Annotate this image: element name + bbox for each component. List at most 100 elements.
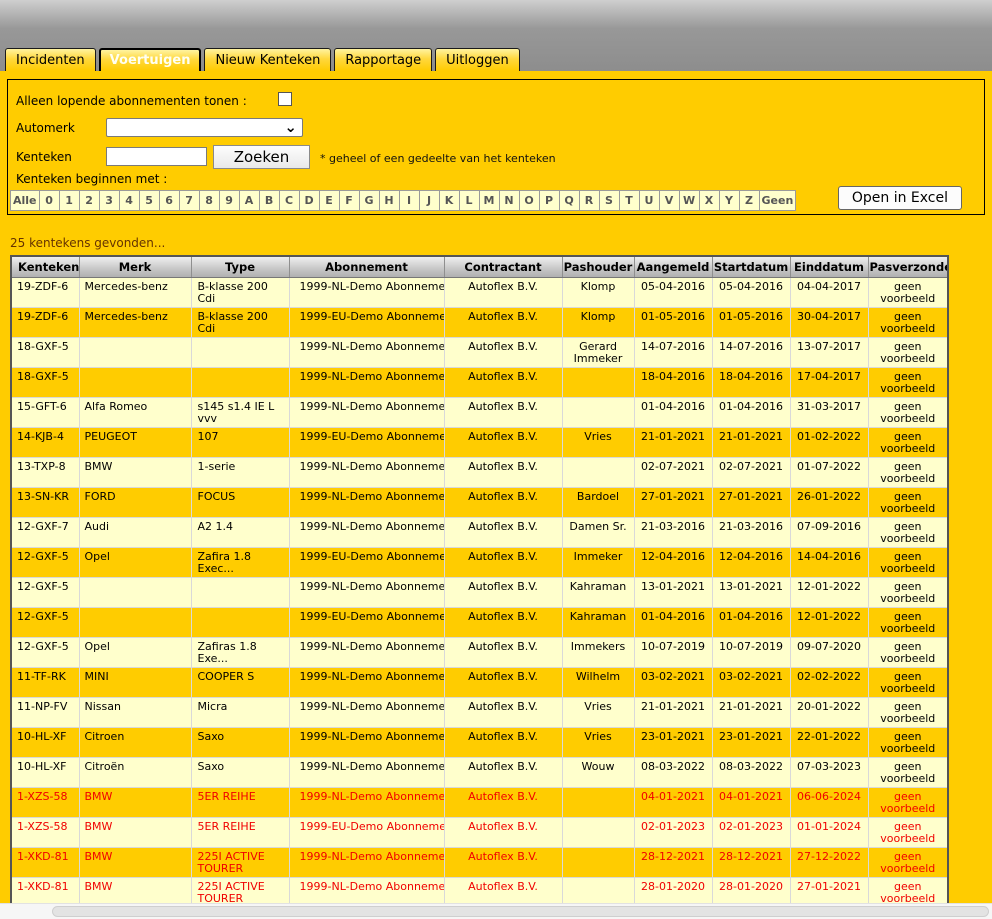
alpha-filter-geen[interactable]: Geen: [759, 190, 797, 211]
vehicle-row[interactable]: 14-KJB-4PEUGEOT1071999-EU-Demo Abonnemen…: [11, 428, 948, 458]
vehicle-row[interactable]: 11-TF-RKMINICOOPER S1999-NL-Demo Abonnem…: [11, 668, 948, 698]
vehicle-row[interactable]: 11-NP-FVNissanMicra1999-NL-Demo Abonneme…: [11, 698, 948, 728]
vehicle-row[interactable]: 19-ZDF-6Mercedes-benzB-klasse 200 Cdi199…: [11, 278, 948, 308]
vehicle-row[interactable]: 18-GXF-51999-NL-Demo AbonnementAutoflex …: [11, 368, 948, 398]
alpha-filter-k[interactable]: K: [439, 190, 460, 211]
column-header-abonnement[interactable]: Abonnement: [289, 256, 444, 278]
alpha-filter-j[interactable]: J: [419, 190, 440, 211]
alpha-filter-e[interactable]: E: [319, 190, 340, 211]
vehicle-row[interactable]: 12-GXF-51999-EU-Demo AbonnementAutoflex …: [11, 608, 948, 638]
vehicle-cell: geen voorbeeld: [868, 398, 948, 428]
vehicle-row[interactable]: 1-XZS-58BMW5ER REIHE1999-EU-Demo Abonnem…: [11, 818, 948, 848]
vehicle-cell: 225I ACTIVE TOURER: [191, 848, 289, 878]
alpha-filter-a[interactable]: A: [239, 190, 260, 211]
vehicle-row[interactable]: 13-TXP-8BMW1-serie1999-NL-Demo Abonnemen…: [11, 458, 948, 488]
vehicle-row[interactable]: 19-ZDF-6Mercedes-benzB-klasse 200 Cdi199…: [11, 308, 948, 338]
alpha-filter-b[interactable]: B: [259, 190, 280, 211]
vehicle-row[interactable]: 1-XKD-81BMW225I ACTIVE TOURER1999-NL-Dem…: [11, 848, 948, 878]
automerk-select[interactable]: ⌄: [106, 118, 303, 137]
vehicle-cell: [562, 368, 634, 398]
vehicle-row[interactable]: 12-GXF-7AudiA2 1.41999-NL-Demo Abonnemen…: [11, 518, 948, 548]
alpha-filter-v[interactable]: V: [659, 190, 680, 211]
column-header-pasverzonden[interactable]: Pasverzonden: [868, 256, 948, 278]
alpha-filter-s[interactable]: S: [599, 190, 620, 211]
alpha-filter-2[interactable]: 2: [79, 190, 100, 211]
vehicle-cell: 15-GFT-6: [11, 398, 79, 428]
column-header-type[interactable]: Type: [191, 256, 289, 278]
alpha-filter-n[interactable]: N: [499, 190, 520, 211]
tab-voertuigen[interactable]: Voertuigen: [99, 48, 202, 71]
vehicle-cell: 1999-NL-Demo Abonnement: [289, 278, 444, 308]
vehicle-cell: 01-04-2016: [712, 608, 790, 638]
vehicle-row[interactable]: 10-HL-XFCitroenSaxo1999-NL-Demo Abonneme…: [11, 728, 948, 758]
vehicle-row[interactable]: 12-GXF-5OpelZafiras 1.8 Exe...1999-NL-De…: [11, 638, 948, 668]
alpha-filter-i[interactable]: I: [399, 190, 420, 211]
alpha-filter-g[interactable]: G: [359, 190, 380, 211]
vehicle-cell: Gerard Immeker: [562, 338, 634, 368]
alpha-filter-q[interactable]: Q: [559, 190, 580, 211]
vehicle-row[interactable]: 1-XZS-58BMW5ER REIHE1999-NL-Demo Abonnem…: [11, 788, 948, 818]
vehicle-cell: 11-NP-FV: [11, 698, 79, 728]
alpha-filter-4[interactable]: 4: [119, 190, 140, 211]
alpha-filter-9[interactable]: 9: [219, 190, 240, 211]
vehicle-row[interactable]: 12-GXF-51999-NL-Demo AbonnementAutoflex …: [11, 578, 948, 608]
alpha-filter-6[interactable]: 6: [159, 190, 180, 211]
vehicle-cell: BMW: [79, 458, 191, 488]
alpha-filter-d[interactable]: D: [299, 190, 320, 211]
vehicle-cell: 31-03-2017: [790, 398, 868, 428]
column-header-pashouder[interactable]: Pashouder: [562, 256, 634, 278]
column-header-merk[interactable]: Merk: [79, 256, 191, 278]
column-header-aangemeld[interactable]: Aangemeld: [634, 256, 712, 278]
vehicle-cell: Autoflex B.V.: [444, 368, 562, 398]
alpha-filter-l[interactable]: L: [459, 190, 480, 211]
vehicle-row[interactable]: 15-GFT-6Alfa Romeos145 s1.4 IE L vvv1999…: [11, 398, 948, 428]
tab-incidenten[interactable]: Incidenten: [5, 48, 96, 71]
alpha-filter-7[interactable]: 7: [179, 190, 200, 211]
alpha-filter-0[interactable]: 0: [39, 190, 60, 211]
vehicle-cell: geen voorbeeld: [868, 608, 948, 638]
column-header-einddatum[interactable]: Einddatum: [790, 256, 868, 278]
scrollbar-thumb[interactable]: [52, 906, 989, 917]
alpha-filter-u[interactable]: U: [639, 190, 660, 211]
alpha-filter-o[interactable]: O: [519, 190, 540, 211]
vehicle-row[interactable]: 12-GXF-5OpelZafira 1.8 Exec...1999-EU-De…: [11, 548, 948, 578]
vehicle-row[interactable]: 13-SN-KRFORDFOCUS1999-NL-Demo Abonnement…: [11, 488, 948, 518]
alpha-filter-1[interactable]: 1: [59, 190, 80, 211]
alpha-filter-m[interactable]: M: [479, 190, 500, 211]
alpha-filter-p[interactable]: P: [539, 190, 560, 211]
zoeken-button[interactable]: Zoeken: [213, 145, 310, 169]
kenteken-beginnen-label: Kenteken beginnen met :: [16, 172, 167, 186]
alpha-filter-w[interactable]: W: [679, 190, 700, 211]
vehicle-cell: Autoflex B.V.: [444, 428, 562, 458]
vehicle-cell: Autoflex B.V.: [444, 728, 562, 758]
column-header-kenteken[interactable]: Kenteken△: [11, 256, 79, 278]
vehicle-cell: 12-GXF-5: [11, 578, 79, 608]
open-in-excel-button[interactable]: Open in Excel: [838, 186, 962, 210]
vehicle-row[interactable]: 10-HL-XFCitroënSaxo1999-NL-Demo Abonneme…: [11, 758, 948, 788]
vehicle-cell: 1999-NL-Demo Abonnement: [289, 848, 444, 878]
vehicle-cell: 1999-EU-Demo Abonnement: [289, 818, 444, 848]
tab-nieuw-kenteken[interactable]: Nieuw Kenteken: [204, 48, 331, 71]
alpha-filter-y[interactable]: Y: [719, 190, 740, 211]
alpha-filter-h[interactable]: H: [379, 190, 400, 211]
tab-uitloggen[interactable]: Uitloggen: [435, 48, 520, 71]
alpha-filter-c[interactable]: C: [279, 190, 300, 211]
running-subscriptions-checkbox[interactable]: [278, 92, 292, 106]
alpha-filter-5[interactable]: 5: [139, 190, 160, 211]
column-header-startdatum[interactable]: Startdatum: [712, 256, 790, 278]
alpha-filter-3[interactable]: 3: [99, 190, 120, 211]
alpha-filter-f[interactable]: F: [339, 190, 360, 211]
vehicle-cell: 1999-EU-Demo Abonnement: [289, 428, 444, 458]
vehicle-row[interactable]: 18-GXF-51999-NL-Demo AbonnementAutoflex …: [11, 338, 948, 368]
alpha-filter-8[interactable]: 8: [199, 190, 220, 211]
alpha-filter-x[interactable]: X: [699, 190, 720, 211]
kenteken-input[interactable]: [106, 147, 207, 166]
column-header-contractant[interactable]: Contractant: [444, 256, 562, 278]
tab-rapportage[interactable]: Rapportage: [334, 48, 432, 71]
alpha-filter-r[interactable]: R: [579, 190, 600, 211]
vehicle-cell: [79, 338, 191, 368]
alpha-filter-t[interactable]: T: [619, 190, 640, 211]
alpha-filter-z[interactable]: Z: [739, 190, 760, 211]
alpha-filter-alle[interactable]: Alle: [10, 190, 40, 211]
horizontal-scrollbar[interactable]: [0, 903, 992, 919]
